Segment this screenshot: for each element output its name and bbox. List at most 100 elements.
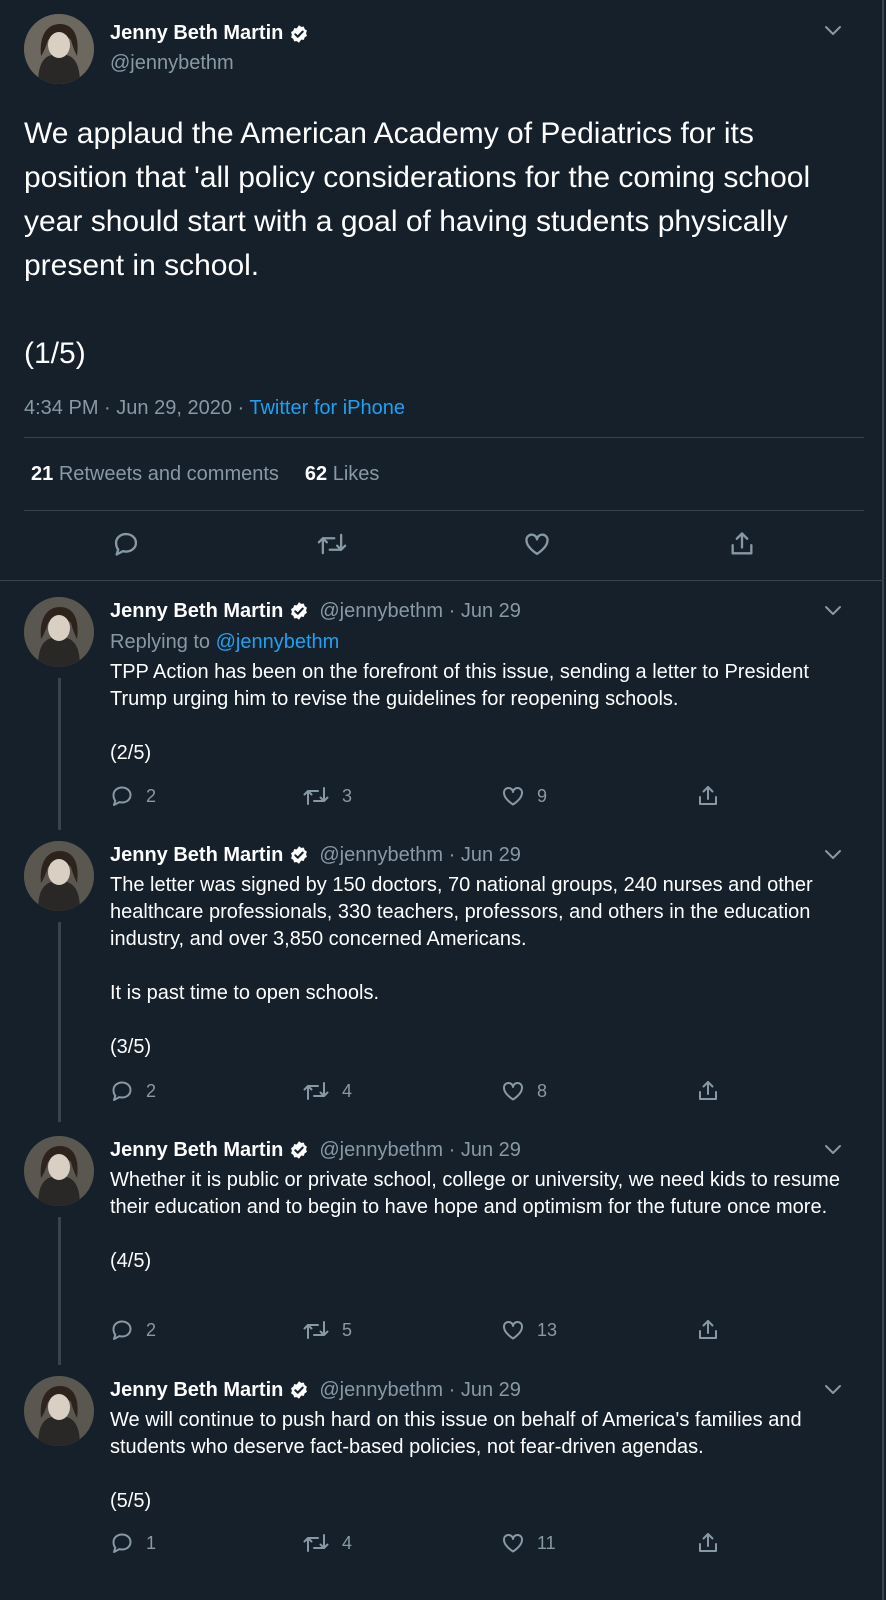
handle-and-date[interactable]: @jennybethm · Jun 29 bbox=[319, 1378, 521, 1402]
avatar[interactable] bbox=[24, 14, 94, 84]
reply-count: 1 bbox=[146, 1532, 157, 1553]
share-icon bbox=[699, 1533, 717, 1552]
retweet-count: 5 bbox=[342, 1319, 353, 1340]
avatar[interactable] bbox=[24, 841, 94, 911]
reply-header: Jenny Beth Martin @jennybethm · Jun 29 bbox=[110, 1378, 521, 1402]
verified-badge-icon bbox=[291, 602, 308, 620]
like-button[interactable]: 11 bbox=[501, 1530, 556, 1556]
tweet-text: Whether it is public or private school, … bbox=[110, 1169, 840, 1272]
reply-count: 2 bbox=[146, 1319, 157, 1340]
divider bbox=[24, 510, 864, 511]
reply-header: Jenny Beth Martin @jennybethm · Jun 29 bbox=[110, 843, 521, 867]
share-button[interactable] bbox=[728, 530, 756, 562]
chevron-down-icon[interactable] bbox=[824, 605, 842, 617]
chevron-down-icon[interactable] bbox=[824, 1384, 842, 1396]
handle-and-date[interactable]: @jennybethm · Jun 29 bbox=[319, 599, 521, 623]
retweet-button[interactable] bbox=[316, 530, 348, 562]
retweet-button[interactable]: 5 bbox=[302, 1317, 352, 1343]
like-icon bbox=[503, 786, 523, 806]
retweet-icon bbox=[303, 1082, 329, 1100]
like-button[interactable] bbox=[523, 530, 551, 562]
author-name-row[interactable]: Jenny Beth Martin bbox=[110, 22, 309, 45]
retweets-stat[interactable]: 21 Retweets and comments bbox=[31, 463, 279, 485]
likes-count: 62 bbox=[304, 463, 328, 485]
avatar[interactable] bbox=[24, 597, 94, 667]
like-icon bbox=[503, 1533, 523, 1553]
replying-to-label: Replying to bbox=[110, 631, 211, 653]
reply-button[interactable]: 2 bbox=[110, 1078, 156, 1104]
reply-count: 2 bbox=[146, 1080, 157, 1101]
avatar-photo bbox=[24, 1376, 94, 1446]
retweet-button[interactable]: 4 bbox=[302, 1078, 352, 1104]
retweet-button[interactable]: 3 bbox=[302, 783, 352, 809]
like-count: 11 bbox=[537, 1532, 556, 1553]
reply-button[interactable] bbox=[112, 530, 140, 562]
section-divider bbox=[0, 580, 884, 581]
reply-icon bbox=[112, 1081, 132, 1101]
tweet-thread: Jenny Beth Martin @jennybethm We applaud… bbox=[0, 0, 884, 1600]
retweet-icon bbox=[317, 533, 347, 555]
tweet-meta: 4:34 PM · Jun 29, 2020 · Twitter for iPh… bbox=[24, 397, 405, 420]
reply-count: 2 bbox=[146, 785, 157, 806]
reply-button[interactable]: 2 bbox=[110, 1317, 156, 1343]
verified-badge-icon bbox=[291, 846, 308, 864]
reply-header: Jenny Beth Martin @jennybethm · Jun 29 bbox=[110, 1138, 521, 1162]
avatar[interactable] bbox=[24, 1376, 94, 1446]
like-button[interactable]: 8 bbox=[501, 1078, 547, 1104]
retweet-button[interactable]: 4 bbox=[302, 1530, 352, 1556]
retweet-icon bbox=[303, 1321, 329, 1339]
verified-badge-icon bbox=[291, 1381, 308, 1399]
avatar-photo bbox=[24, 597, 94, 667]
share-button[interactable] bbox=[696, 1530, 720, 1556]
verified-badge-icon bbox=[291, 1141, 308, 1159]
avatar-photo bbox=[24, 841, 94, 911]
author-name[interactable]: Jenny Beth Martin bbox=[110, 22, 283, 45]
avatar-photo bbox=[24, 1136, 94, 1206]
share-icon bbox=[699, 786, 717, 805]
reply-icon bbox=[112, 1533, 132, 1553]
reply-icon bbox=[114, 532, 138, 556]
reply-icon bbox=[112, 1320, 132, 1340]
verified-badge-icon bbox=[291, 24, 308, 43]
like-count: 8 bbox=[537, 1080, 548, 1101]
share-icon bbox=[699, 1081, 717, 1100]
share-icon bbox=[731, 532, 753, 555]
author-name[interactable]: Jenny Beth Martin bbox=[110, 1378, 283, 1402]
retweet-count: 3 bbox=[342, 785, 353, 806]
retweets-count: 21 bbox=[31, 463, 54, 485]
avatar-photo bbox=[24, 14, 94, 84]
tweet-date[interactable]: Jun 29, 2020 bbox=[116, 397, 232, 419]
meta-separator: · bbox=[237, 397, 245, 419]
share-button[interactable] bbox=[696, 783, 720, 809]
like-button[interactable]: 13 bbox=[501, 1317, 557, 1343]
reply-button[interactable]: 2 bbox=[110, 783, 156, 809]
retweet-count: 4 bbox=[342, 1532, 353, 1553]
share-button[interactable] bbox=[696, 1078, 720, 1104]
tweet-time[interactable]: 4:34 PM bbox=[24, 397, 98, 419]
reply-button[interactable]: 1 bbox=[110, 1530, 156, 1556]
retweet-count: 4 bbox=[342, 1080, 353, 1101]
replying-to-link[interactable]: @jennybethm bbox=[216, 631, 340, 653]
like-count: 13 bbox=[537, 1319, 558, 1340]
handle-and-date[interactable]: @jennybethm · Jun 29 bbox=[319, 843, 521, 867]
meta-separator: · bbox=[104, 397, 111, 419]
share-button[interactable] bbox=[696, 1317, 720, 1343]
like-icon bbox=[503, 1320, 523, 1340]
like-button[interactable]: 9 bbox=[501, 783, 547, 809]
thread-line bbox=[58, 678, 61, 830]
share-icon bbox=[699, 1320, 717, 1339]
handle-and-date[interactable]: @jennybethm · Jun 29 bbox=[319, 1138, 521, 1162]
author-name[interactable]: Jenny Beth Martin bbox=[110, 599, 283, 623]
thread-line bbox=[58, 1217, 61, 1365]
author-handle[interactable]: @jennybethm bbox=[110, 52, 234, 75]
chevron-down-icon[interactable] bbox=[824, 25, 842, 37]
likes-label: Likes bbox=[332, 463, 380, 485]
likes-stat[interactable]: 62 Likes bbox=[305, 463, 380, 485]
tweet-source-link[interactable]: Twitter for iPhone bbox=[249, 397, 405, 419]
author-name[interactable]: Jenny Beth Martin bbox=[110, 843, 283, 867]
author-name[interactable]: Jenny Beth Martin bbox=[110, 1138, 283, 1162]
chevron-down-icon[interactable] bbox=[824, 1144, 842, 1156]
avatar[interactable] bbox=[24, 1136, 94, 1206]
tweet-text: We will continue to push hard on this is… bbox=[110, 1409, 802, 1512]
chevron-down-icon[interactable] bbox=[824, 849, 842, 861]
